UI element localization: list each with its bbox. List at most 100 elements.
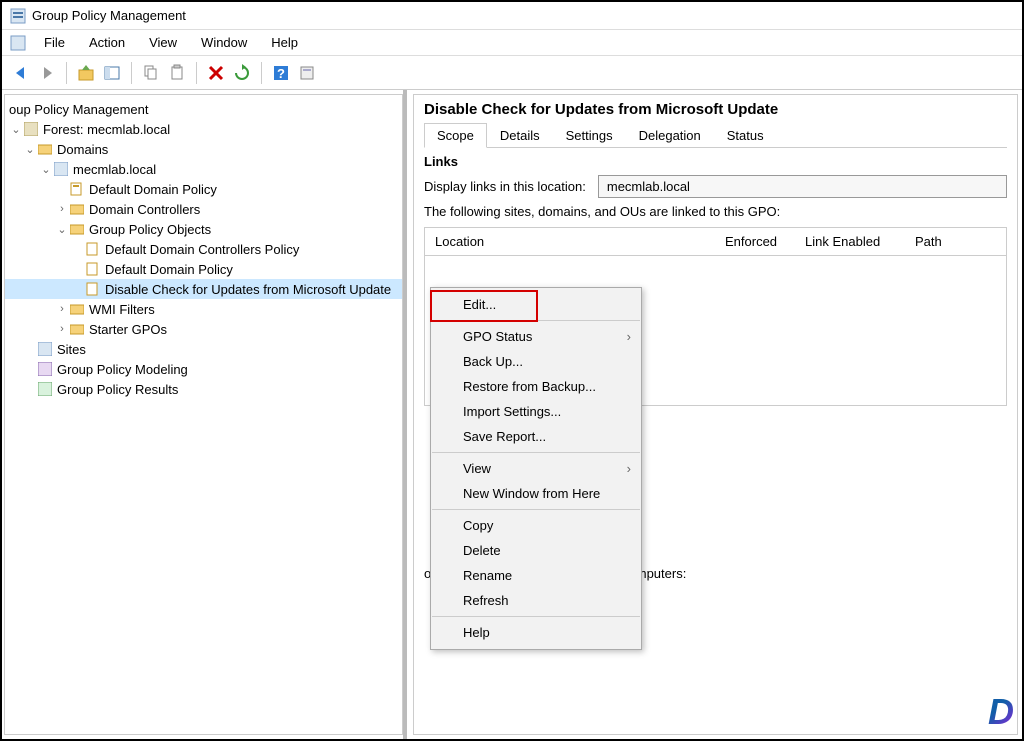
tab-status[interactable]: Status [714, 123, 777, 148]
folder-icon [69, 321, 85, 337]
forward-button[interactable] [36, 62, 58, 84]
tree-gp-results[interactable]: Group Policy Results [5, 379, 402, 399]
gpo-link-icon [69, 181, 85, 197]
titlebar: Group Policy Management [2, 2, 1022, 30]
tree-default-domain-policy[interactable]: Default Domain Policy [5, 179, 402, 199]
display-links-label: Display links in this location: [424, 179, 586, 194]
col-enforced[interactable]: Enforced [725, 234, 805, 249]
context-save-report[interactable]: Save Report... [431, 424, 641, 449]
tree-ddcp[interactable]: Default Domain Controllers Policy [5, 239, 402, 259]
tree-gp-modeling[interactable]: Group Policy Modeling [5, 359, 402, 379]
tree-sites[interactable]: Sites [5, 339, 402, 359]
show-hide-tree-button[interactable] [101, 62, 123, 84]
context-edit[interactable]: Edit... [431, 292, 641, 317]
expand-icon[interactable]: › [55, 303, 69, 315]
results-icon [37, 381, 53, 397]
folder-icon [69, 301, 85, 317]
expand-icon[interactable]: › [55, 323, 69, 335]
app-menu-icon [10, 35, 26, 51]
links-table-header: Location Enforced Link Enabled Path [424, 227, 1007, 256]
help-button[interactable]: ? [270, 62, 292, 84]
copy-button[interactable] [140, 62, 162, 84]
linked-desc: The following sites, domains, and OUs ar… [424, 204, 1007, 219]
sites-icon [37, 341, 53, 357]
folder-icon [37, 141, 53, 157]
collapse-icon[interactable]: ⌄ [9, 123, 23, 136]
gpo-icon [85, 281, 101, 297]
col-link-enabled[interactable]: Link Enabled [805, 234, 915, 249]
toolbar-separator [261, 62, 262, 84]
tab-settings[interactable]: Settings [553, 123, 626, 148]
paste-button[interactable] [166, 62, 188, 84]
location-row: Display links in this location: mecmlab.… [424, 175, 1007, 198]
menu-action[interactable]: Action [79, 32, 135, 53]
tree-domain-controllers[interactable]: › Domain Controllers [5, 199, 402, 219]
menu-view[interactable]: View [139, 32, 187, 53]
forest-icon [23, 121, 39, 137]
expand-icon[interactable]: › [55, 203, 69, 215]
back-button[interactable] [10, 62, 32, 84]
up-button[interactable] [75, 62, 97, 84]
tree-forest[interactable]: ⌄ Forest: mecmlab.local [5, 119, 402, 139]
tree-root[interactable]: oup Policy Management [5, 99, 402, 119]
tree-starter-gpos[interactable]: › Starter GPOs [5, 319, 402, 339]
location-dropdown[interactable]: mecmlab.local [598, 175, 1007, 198]
menubar: File Action View Window Help [2, 30, 1022, 56]
collapse-icon[interactable]: ⌄ [23, 143, 37, 156]
properties-button[interactable] [296, 62, 318, 84]
menu-file[interactable]: File [34, 32, 75, 53]
tree-domain[interactable]: ⌄ mecmlab.local [5, 159, 402, 179]
navigation-tree[interactable]: oup Policy Management ⌄ Forest: mecmlab.… [5, 95, 402, 399]
collapse-icon[interactable]: ⌄ [39, 163, 53, 176]
app-icon [10, 8, 26, 24]
context-copy[interactable]: Copy [431, 513, 641, 538]
tree-pane: oup Policy Management ⌄ Forest: mecmlab.… [2, 90, 407, 739]
context-view[interactable]: View [431, 456, 641, 481]
tab-details[interactable]: Details [487, 123, 553, 148]
folder-icon [69, 221, 85, 237]
delete-button[interactable] [205, 62, 227, 84]
window-title: Group Policy Management [32, 8, 186, 23]
detail-tabs: Scope Details Settings Delegation Status [424, 122, 1007, 148]
domain-icon [53, 161, 69, 177]
gpo-title: Disable Check for Updates from Microsoft… [424, 101, 1007, 118]
menu-window[interactable]: Window [191, 32, 257, 53]
context-import[interactable]: Import Settings... [431, 399, 641, 424]
modeling-icon [37, 361, 53, 377]
toolbar: ? [2, 56, 1022, 90]
context-menu: Edit... GPO Status Back Up... Restore fr… [430, 287, 642, 650]
toolbar-separator [66, 62, 67, 84]
tree-domains[interactable]: ⌄ Domains [5, 139, 402, 159]
tree-wmi-filters[interactable]: › WMI Filters [5, 299, 402, 319]
gpo-icon [85, 261, 101, 277]
tab-delegation[interactable]: Delegation [626, 123, 714, 148]
tree-disable-updates-gpo[interactable]: Disable Check for Updates from Microsoft… [5, 279, 402, 299]
context-rename[interactable]: Rename [431, 563, 641, 588]
context-separator [432, 509, 640, 510]
context-restore[interactable]: Restore from Backup... [431, 374, 641, 399]
context-refresh[interactable]: Refresh [431, 588, 641, 613]
context-backup[interactable]: Back Up... [431, 349, 641, 374]
context-gpo-status[interactable]: GPO Status [431, 324, 641, 349]
menu-help[interactable]: Help [261, 32, 308, 53]
context-new-window[interactable]: New Window from Here [431, 481, 641, 506]
gpo-icon [85, 241, 101, 257]
toolbar-separator [196, 62, 197, 84]
tree-gpo-container[interactable]: ⌄ Group Policy Objects [5, 219, 402, 239]
context-delete[interactable]: Delete [431, 538, 641, 563]
tree-ddp2[interactable]: Default Domain Policy [5, 259, 402, 279]
context-help[interactable]: Help [431, 620, 641, 645]
refresh-button[interactable] [231, 62, 253, 84]
tab-scope[interactable]: Scope [424, 123, 487, 148]
svg-text:?: ? [277, 66, 285, 81]
context-separator [432, 616, 640, 617]
ou-icon [69, 201, 85, 217]
toolbar-separator [131, 62, 132, 84]
col-path[interactable]: Path [915, 234, 996, 249]
context-separator [432, 452, 640, 453]
links-heading: Links [424, 154, 1007, 169]
col-location[interactable]: Location [435, 234, 725, 249]
context-separator [432, 320, 640, 321]
watermark-logo: D [988, 691, 1014, 733]
collapse-icon[interactable]: ⌄ [55, 223, 69, 236]
